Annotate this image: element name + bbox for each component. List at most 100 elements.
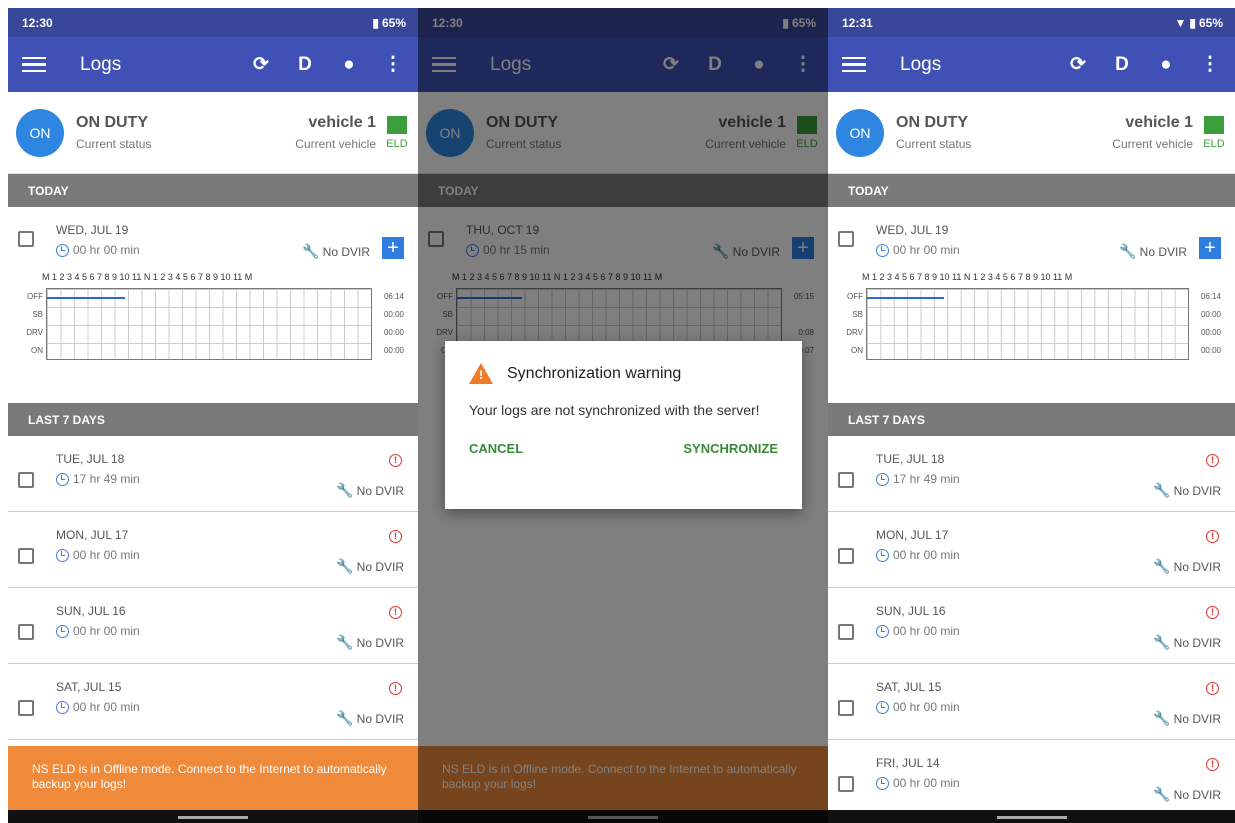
- duty-status-row[interactable]: ON ON DUTY Current status vehicle 1 Current …: [8, 92, 418, 174]
- clock-icon: [56, 243, 69, 257]
- day-checkbox[interactable]: [838, 472, 854, 488]
- wrench-icon: 🔧: [1119, 243, 1137, 259]
- clock-time: 12:31: [842, 15, 873, 30]
- day-checkbox[interactable]: [838, 548, 854, 564]
- nav-bar: [828, 810, 1235, 823]
- more-options-icon[interactable]: ⋮: [382, 53, 404, 76]
- graph-row-total: 00:00: [1200, 310, 1221, 319]
- day-duration: 00 hr 00 min: [893, 624, 960, 638]
- day-date: MON, JUL 17: [876, 528, 949, 542]
- day-dvir[interactable]: No DVIR: [1174, 484, 1221, 498]
- home-indicator[interactable]: [178, 816, 248, 819]
- eld-label: ELD: [1203, 137, 1225, 150]
- list-item[interactable]: SAT, JUL 15 00 hr 00 min! 🔧 No DVIR: [828, 664, 1235, 740]
- list-item[interactable]: FRI, JUL 14 00 hr 00 min! 🔧 No DVIR: [828, 740, 1235, 816]
- graph-row-total: 06:14: [1200, 292, 1221, 301]
- today-dvir[interactable]: No DVIR: [323, 245, 370, 259]
- day-duration: 00 hr 00 min: [893, 548, 960, 562]
- graph-row-total: 00:00: [383, 310, 404, 319]
- mode-button[interactable]: D: [1111, 54, 1133, 76]
- today-header: TODAY: [828, 174, 1235, 207]
- battery-level: 65%: [381, 15, 406, 30]
- location-icon[interactable]: ●: [338, 54, 360, 76]
- status-icons: ▮65%: [372, 16, 406, 30]
- today-header: TODAY: [8, 174, 418, 207]
- off-duty-line: [867, 297, 945, 299]
- duty-status-sublabel: Current status: [896, 137, 972, 151]
- today-date: WED, JUL 19: [876, 223, 949, 237]
- warning-icon: !: [1206, 682, 1219, 695]
- duty-status-badge[interactable]: ON: [836, 108, 884, 157]
- day-dvir[interactable]: No DVIR: [1174, 788, 1221, 802]
- synchronize-button[interactable]: SYNCHRONIZE: [683, 441, 778, 456]
- vehicle-sublabel: Current vehicle: [1112, 137, 1193, 151]
- clock-time: 12:30: [22, 15, 53, 30]
- day-checkbox[interactable]: [18, 548, 34, 564]
- day-dvir[interactable]: No DVIR: [357, 484, 404, 498]
- offline-banner: NS ELD is in Offline mode. Connect to th…: [8, 746, 418, 810]
- day-checkbox[interactable]: [18, 700, 34, 716]
- sync-icon[interactable]: ⟳: [250, 53, 272, 76]
- today-duration: 00 hr 00 min: [893, 243, 960, 257]
- wrench-icon: 🔧: [336, 710, 354, 726]
- dialog-message: Your logs are not synchronized with the …: [469, 402, 760, 418]
- nav-bar: [8, 810, 418, 823]
- list-item[interactable]: MON, JUL 17 00 hr 00 min! 🔧 No DVIR: [8, 512, 418, 588]
- today-log[interactable]: WED, JUL 19 00 hr 00 min 🔧 No DVIR + M 1 2 3 …: [828, 207, 1235, 403]
- graph-row-total: 00:00: [383, 346, 404, 355]
- wrench-icon: 🔧: [1153, 710, 1171, 726]
- today-log[interactable]: WED, JUL 19 00 hr 00 min 🔧 No DVIR + M 1 2 3 …: [8, 207, 418, 403]
- menu-icon[interactable]: [842, 56, 866, 73]
- day-dvir[interactable]: No DVIR: [1174, 636, 1221, 650]
- day-checkbox[interactable]: [18, 624, 34, 640]
- day-dvir[interactable]: No DVIR: [357, 712, 404, 726]
- page-title: Logs: [80, 53, 122, 75]
- home-indicator[interactable]: [996, 816, 1067, 819]
- list-item[interactable]: SUN, JUL 16 00 hr 00 min! 🔧 No DVIR: [8, 588, 418, 664]
- day-dvir[interactable]: No DVIR: [1174, 712, 1221, 726]
- warning-icon: !: [1206, 530, 1219, 543]
- list-item[interactable]: MON, JUL 17 00 hr 00 min! 🔧 No DVIR: [828, 512, 1235, 588]
- day-duration: 17 hr 49 min: [893, 472, 960, 486]
- list-item[interactable]: SAT, JUL 15 00 hr 00 min! 🔧 No DVIR: [8, 664, 418, 740]
- duty-status-sublabel: Current status: [76, 137, 152, 151]
- vehicle-name: vehicle 1: [1125, 114, 1193, 131]
- more-options-icon[interactable]: ⋮: [1199, 53, 1221, 76]
- day-checkbox[interactable]: [838, 624, 854, 640]
- wrench-icon: 🔧: [336, 634, 354, 650]
- today-dvir[interactable]: No DVIR: [1140, 245, 1187, 259]
- today-checkbox[interactable]: [18, 231, 34, 247]
- cancel-button[interactable]: CANCEL: [469, 441, 523, 456]
- duty-status-badge[interactable]: ON: [16, 108, 64, 157]
- day-dvir[interactable]: No DVIR: [357, 560, 404, 574]
- day-date: SAT, JUL 15: [876, 680, 942, 694]
- clock-icon: [56, 548, 69, 562]
- graph-row-total: 00:00: [1200, 346, 1221, 355]
- warning-icon: !: [1206, 758, 1219, 771]
- wrench-icon: 🔧: [336, 558, 354, 574]
- day-dvir[interactable]: No DVIR: [1174, 560, 1221, 574]
- battery-icon: ▮: [1189, 15, 1196, 30]
- add-dvir-button[interactable]: +: [382, 237, 404, 259]
- list-item[interactable]: SUN, JUL 16 00 hr 00 min! 🔧 No DVIR: [828, 588, 1235, 664]
- sync-icon[interactable]: ⟳: [1067, 53, 1089, 76]
- dialog-title: Synchronization warning: [507, 364, 682, 382]
- duty-status-row[interactable]: ON ON DUTY Current status vehicle 1 Current …: [828, 92, 1235, 174]
- day-checkbox[interactable]: [18, 472, 34, 488]
- last-7-days-header: LAST 7 DAYS: [828, 403, 1235, 436]
- menu-icon[interactable]: [22, 56, 46, 73]
- list-item[interactable]: TUE, JUL 18 17 hr 49 min! 🔧 No DVIR: [8, 436, 418, 512]
- warning-icon: !: [1206, 606, 1219, 619]
- today-checkbox[interactable]: [838, 231, 854, 247]
- clock-icon: [56, 472, 69, 486]
- list-item[interactable]: TUE, JUL 18 17 hr 49 min! 🔧 No DVIR: [828, 436, 1235, 512]
- graph-row-total: 00:00: [1200, 328, 1221, 337]
- day-dvir[interactable]: No DVIR: [357, 636, 404, 650]
- graph-row-label: OFF: [847, 292, 863, 301]
- add-dvir-button[interactable]: +: [1199, 237, 1221, 259]
- location-icon[interactable]: ●: [1155, 54, 1177, 76]
- day-checkbox[interactable]: [838, 700, 854, 716]
- day-checkbox[interactable]: [838, 776, 854, 792]
- mode-button[interactable]: D: [294, 54, 316, 76]
- clock-icon: [876, 548, 889, 562]
